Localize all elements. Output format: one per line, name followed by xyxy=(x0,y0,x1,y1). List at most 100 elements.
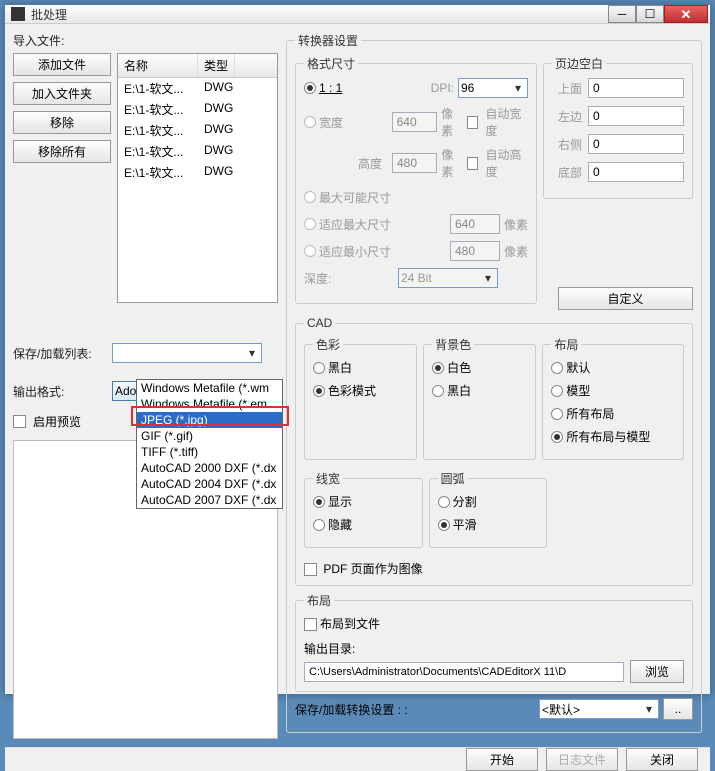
depth-label: 深度: xyxy=(304,270,394,287)
table-row[interactable]: E:\1-软文...DWG xyxy=(118,99,277,120)
arc-smooth-radio[interactable] xyxy=(438,519,450,531)
enable-preview-label: 启用预览 xyxy=(33,413,81,430)
auto-height-checkbox[interactable] xyxy=(467,157,479,170)
converter-settings-group: 转换器设置 格式尺寸 1 : 1 DPI: 96▾ 宽度 640 xyxy=(286,32,702,733)
fit-min-input[interactable]: 480 xyxy=(450,241,500,261)
max-size-label: 最大可能尺寸 xyxy=(319,189,391,206)
width-input[interactable]: 640 xyxy=(392,112,438,132)
lw-show-radio[interactable] xyxy=(313,496,325,508)
margin-bottom-input[interactable]: 0 xyxy=(588,162,684,182)
chevron-down-icon: ▾ xyxy=(245,346,259,360)
width-label: 宽度 xyxy=(319,114,343,131)
margin-right-input[interactable]: 0 xyxy=(588,134,684,154)
color-mode-radio[interactable] xyxy=(313,385,325,397)
format-size-legend: 格式尺寸 xyxy=(304,55,358,72)
footer-close-button[interactable]: 关闭 xyxy=(626,748,698,771)
fit-min-radio[interactable] xyxy=(304,245,316,257)
auto-width-checkbox[interactable] xyxy=(467,116,479,129)
dropdown-option[interactable]: AutoCAD 2004 DXF (*.dx xyxy=(137,476,282,492)
cad-group: CAD 色彩 黑白 色彩模式 背景色 白色 黑白 布局 默认 模型 xyxy=(295,316,693,586)
lw-hide-radio[interactable] xyxy=(313,519,325,531)
dropdown-option[interactable]: AutoCAD 2007 DXF (*.dx xyxy=(137,492,282,508)
layout-default-radio[interactable] xyxy=(551,362,563,374)
bg-black-radio[interactable] xyxy=(432,385,444,397)
cad-legend: CAD xyxy=(304,316,335,330)
outdir-input[interactable]: C:\Users\Administrator\Documents\CADEdit… xyxy=(304,662,624,682)
log-button[interactable]: 日志文件 xyxy=(546,748,618,771)
dropdown-option[interactable]: TIFF (*.tiff) xyxy=(137,444,282,460)
col-name[interactable]: 名称 xyxy=(118,54,198,77)
add-folder-button[interactable]: 加入文件夹 xyxy=(13,82,111,105)
output-format-dropdown[interactable]: Windows Metafile (*.wmWindows Metafile (… xyxy=(136,379,283,509)
close-button[interactable]: ✕ xyxy=(664,5,708,23)
auto-height-label: 自动高度 xyxy=(485,146,528,180)
layout-allmodel-radio[interactable] xyxy=(551,431,563,443)
margin-legend: 页边空白 xyxy=(552,55,606,72)
margin-top-label: 上面 xyxy=(552,80,582,97)
output-format-label: 输出格式: xyxy=(13,383,108,400)
table-row[interactable]: E:\1-软文...DWG xyxy=(118,120,277,141)
ratio-11-radio[interactable] xyxy=(304,82,316,94)
save-convert-select[interactable]: <默认>▾ xyxy=(539,699,659,719)
arc-split-radio[interactable] xyxy=(438,496,450,508)
margin-left-input[interactable]: 0 xyxy=(588,106,684,126)
dropdown-option[interactable]: JPEG (*.jpg) xyxy=(137,412,282,428)
remove-all-button[interactable]: 移除所有 xyxy=(13,140,111,163)
margin-bottom-label: 底部 xyxy=(552,164,582,181)
add-file-button[interactable]: 添加文件 xyxy=(13,53,111,76)
fit-min-label: 适应最小尺寸 xyxy=(319,243,391,260)
col-type[interactable]: 类型 xyxy=(198,54,235,77)
window-title: 批处理 xyxy=(31,6,608,23)
footer: 开始 日志文件 关闭 xyxy=(5,747,710,771)
save-list-select[interactable]: ▾ xyxy=(112,343,262,363)
save-list-label: 保存/加载列表: xyxy=(13,345,108,362)
layout-to-file-checkbox[interactable] xyxy=(304,618,317,631)
layout-model-radio[interactable] xyxy=(551,385,563,397)
app-icon xyxy=(11,7,25,21)
height-input[interactable]: 480 xyxy=(392,153,437,173)
window: 批处理 ─ ☐ ✕ 导入文件: 添加文件 加入文件夹 移除 移除所有 名称 类型 xyxy=(4,4,711,695)
margin-top-input[interactable]: 0 xyxy=(588,78,684,98)
depth-select[interactable]: 24 Bit▾ xyxy=(398,268,498,288)
ratio-11-label: 1 : 1 xyxy=(319,81,342,95)
titlebar[interactable]: 批处理 ─ ☐ ✕ xyxy=(5,5,710,24)
table-row[interactable]: E:\1-软文...DWG xyxy=(118,141,277,162)
fit-max-label: 适应最大尺寸 xyxy=(319,216,391,233)
color-bw-radio[interactable] xyxy=(313,362,325,374)
format-size-group: 格式尺寸 1 : 1 DPI: 96▾ 宽度 640 像素 自 xyxy=(295,55,537,304)
outdir-label: 输出目录: xyxy=(304,640,684,657)
dropdown-option[interactable]: GIF (*.gif) xyxy=(137,428,282,444)
pdf-image-label: PDF 页面作为图像 xyxy=(323,562,422,576)
file-list[interactable]: 名称 类型 E:\1-软文...DWGE:\1-软文...DWGE:\1-软文.… xyxy=(117,53,278,303)
width-radio[interactable] xyxy=(304,116,316,128)
margin-right-label: 右侧 xyxy=(552,136,582,153)
layout-output-legend: 布局 xyxy=(304,592,334,609)
fit-max-input[interactable]: 640 xyxy=(450,214,500,234)
max-size-radio[interactable] xyxy=(304,191,316,203)
browse-button[interactable]: 浏览 xyxy=(630,660,684,683)
start-button[interactable]: 开始 xyxy=(466,748,538,771)
table-row[interactable]: E:\1-软文...DWG xyxy=(118,78,277,99)
dropdown-option[interactable]: Windows Metafile (*.wm xyxy=(137,380,282,396)
enable-preview-checkbox[interactable] xyxy=(13,415,26,428)
dropdown-option[interactable]: AutoCAD 2000 DXF (*.dx xyxy=(137,460,282,476)
pdf-image-checkbox[interactable] xyxy=(304,563,317,576)
converter-settings-legend: 转换器设置 xyxy=(295,32,361,49)
margin-left-label: 左边 xyxy=(552,108,582,125)
fit-max-radio[interactable] xyxy=(304,218,316,230)
dpi-label: DPI: xyxy=(431,81,454,95)
save-convert-label: 保存/加载转换设置 : : xyxy=(295,701,408,718)
maximize-button[interactable]: ☐ xyxy=(636,5,664,23)
dropdown-option[interactable]: Windows Metafile (*.em xyxy=(137,396,282,412)
table-row[interactable]: E:\1-软文...DWG xyxy=(118,162,277,183)
minimize-button[interactable]: ─ xyxy=(608,5,636,23)
auto-width-label: 自动宽度 xyxy=(485,105,528,139)
layout-all-radio[interactable] xyxy=(551,408,563,420)
remove-button[interactable]: 移除 xyxy=(13,111,111,134)
save-convert-extra-button[interactable]: .. xyxy=(663,698,693,720)
height-label: 高度 xyxy=(358,155,382,172)
bg-white-radio[interactable] xyxy=(432,362,444,374)
margin-group: 页边空白 上面 0 左边 0 右侧 0 底部 0 xyxy=(543,55,693,199)
custom-button[interactable]: 自定义 xyxy=(558,287,693,310)
dpi-select[interactable]: 96▾ xyxy=(458,78,528,98)
